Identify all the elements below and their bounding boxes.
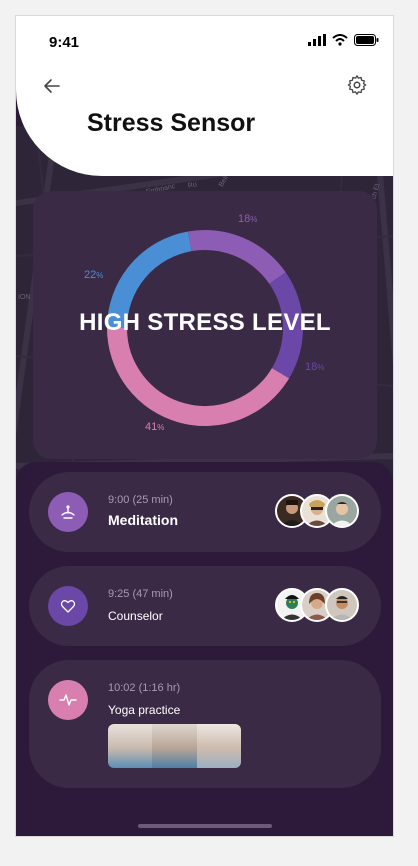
participant-avatars	[275, 588, 359, 622]
segment-unit: %	[96, 271, 104, 280]
pulse-icon	[48, 680, 88, 720]
activity-time: 10:02 (1:16 hr)	[108, 682, 181, 694]
map-label: ION	[18, 294, 31, 301]
participant-avatars	[275, 494, 359, 528]
app-header: 9:41 Stress Sensor	[16, 16, 393, 176]
heart-icon	[48, 586, 88, 626]
activities-panel: 9:00 (25 min) Meditation 9:25 (47 min) C…	[16, 462, 393, 836]
segment-pct: 22	[84, 269, 97, 281]
settings-gear-icon[interactable]	[346, 74, 368, 96]
segment-pct: 18	[305, 361, 318, 373]
activity-name: Meditation	[108, 512, 178, 528]
donut-segment-3	[107, 327, 290, 426]
segment-unit: %	[250, 215, 258, 224]
stress-level-label: HIGH STRESS LEVEL	[79, 309, 331, 336]
segment-label-3: 41%	[145, 421, 164, 433]
battery-icon	[354, 34, 379, 46]
stress-chart-card: 18% 18% 41% 22% HIGH STRESS LEVEL	[33, 191, 377, 459]
activity-time: 9:25 (47 min)	[108, 588, 173, 600]
avatar	[325, 588, 359, 622]
yoga-photos[interactable]	[108, 724, 241, 768]
yoga-photo	[108, 724, 153, 768]
yoga-photo	[152, 724, 197, 768]
donut-segment-1	[187, 230, 286, 285]
phone-screen: mens Embrianc Ru Bell ch Et ION 9:41	[15, 15, 394, 837]
signal-icon	[308, 34, 326, 46]
avatar	[325, 494, 359, 528]
back-arrow-icon[interactable]	[42, 76, 62, 96]
status-icons	[308, 34, 379, 46]
segment-pct: 18	[238, 213, 251, 225]
wifi-icon	[332, 34, 348, 46]
segment-unit: %	[317, 363, 325, 372]
segment-label-1: 18%	[238, 213, 257, 225]
activity-card-counselor[interactable]: 9:25 (47 min) Counselor	[29, 566, 381, 646]
status-time: 9:41	[49, 34, 80, 51]
segment-pct: 41	[145, 421, 158, 433]
activity-name: Yoga practice	[108, 703, 181, 717]
segment-unit: %	[157, 423, 165, 432]
segment-label-2: 18%	[305, 361, 324, 373]
activity-card-yoga[interactable]: 10:02 (1:16 hr) Yoga practice	[29, 660, 381, 788]
activity-time: 9:00 (25 min)	[108, 494, 173, 506]
segment-label-4: 22%	[84, 269, 103, 281]
meditation-icon	[48, 492, 88, 532]
page-title: Stress Sensor	[87, 109, 256, 137]
home-indicator[interactable]	[138, 824, 272, 828]
activity-name: Counselor	[108, 609, 163, 623]
yoga-photo	[196, 724, 241, 768]
activity-card-meditation[interactable]: 9:00 (25 min) Meditation	[29, 472, 381, 552]
